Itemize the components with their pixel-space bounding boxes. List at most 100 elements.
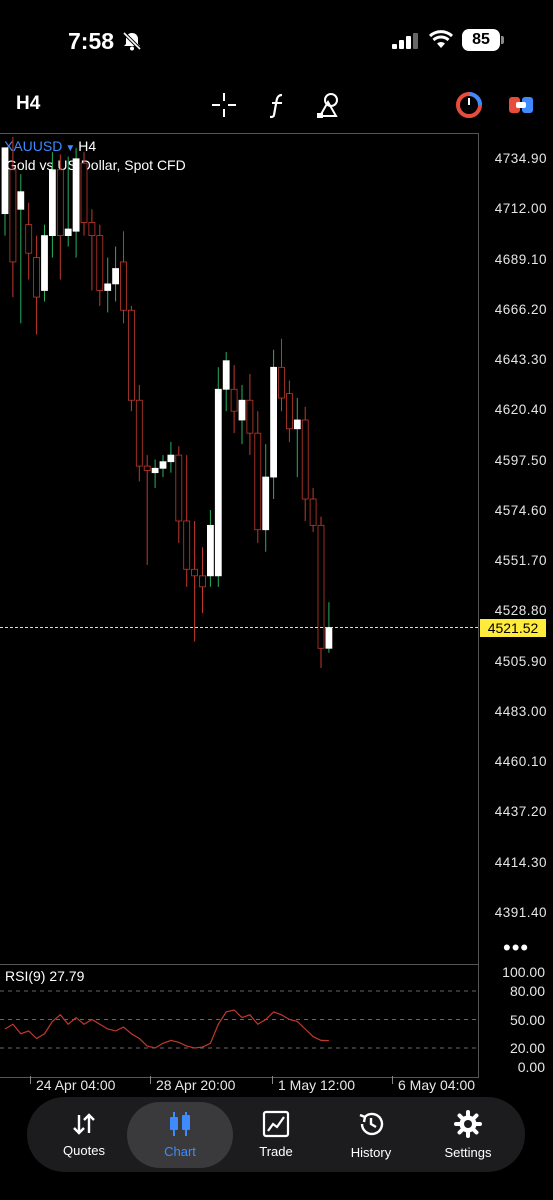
candle-bear bbox=[183, 520, 191, 570]
rsi-axis-label: 100.00 bbox=[502, 964, 545, 980]
candle-bear bbox=[9, 169, 17, 263]
price-axis-label: 4528.80 bbox=[494, 603, 547, 619]
rsi-line bbox=[4, 1009, 329, 1049]
time-axis-tick bbox=[392, 1076, 393, 1084]
time-axis-label: 28 Apr 20:00 bbox=[156, 1077, 236, 1093]
rsi-axis-label: 0.00 bbox=[517, 1059, 545, 1075]
quotes-icon bbox=[73, 1113, 95, 1135]
price-axis-label: 4505.90 bbox=[494, 653, 547, 669]
timer-icon[interactable] bbox=[451, 87, 487, 123]
candle-bull bbox=[49, 169, 56, 237]
current-price-label: 4521.52 bbox=[480, 619, 546, 637]
candle-bear bbox=[127, 309, 135, 401]
candle-bull bbox=[262, 476, 270, 531]
more-options-icon[interactable]: ••• bbox=[503, 935, 529, 961]
candle-bear bbox=[33, 257, 40, 298]
price-axis-label: 4597.50 bbox=[494, 452, 547, 468]
candle-bear bbox=[191, 568, 199, 577]
tab-label: Settings bbox=[444, 1145, 492, 1160]
tab-label: Chart bbox=[164, 1144, 196, 1159]
candle-bull bbox=[159, 461, 167, 469]
trade-icon bbox=[262, 1110, 290, 1138]
candle-bull bbox=[151, 467, 159, 474]
time-axis-tick bbox=[150, 1076, 151, 1084]
candle-bear bbox=[301, 419, 309, 500]
candle-bull bbox=[104, 283, 112, 291]
candle-bull bbox=[206, 524, 214, 577]
rsi-axis-label: 20.00 bbox=[509, 1040, 545, 1056]
candle-bear bbox=[309, 498, 317, 526]
crosshair-icon[interactable] bbox=[206, 87, 242, 123]
candle-bull bbox=[41, 235, 48, 291]
candle-bear bbox=[230, 388, 238, 412]
bell-slash-icon bbox=[121, 30, 143, 57]
timeframe-button[interactable]: H4 bbox=[16, 93, 40, 115]
candle-bull bbox=[72, 158, 80, 232]
candle-bear bbox=[143, 465, 151, 471]
time-axis-tick bbox=[30, 1076, 31, 1084]
tab-chart[interactable]: Chart bbox=[132, 1097, 228, 1172]
tab-settings[interactable]: Settings bbox=[420, 1097, 516, 1172]
wifi-icon bbox=[428, 29, 454, 54]
time-axis-label: 1 May 12:00 bbox=[278, 1077, 356, 1093]
tab-quotes[interactable]: Quotes bbox=[36, 1097, 132, 1172]
price-axis-label: 4734.90 bbox=[494, 151, 547, 166]
price-axis-label: 4574.60 bbox=[494, 502, 547, 518]
candle-bear bbox=[120, 261, 127, 311]
price-axis-label: 4483.00 bbox=[494, 703, 547, 719]
tab-trade[interactable]: Trade bbox=[228, 1097, 324, 1172]
candle-bull bbox=[270, 366, 278, 478]
settings-icon bbox=[454, 1110, 482, 1138]
candle-bear bbox=[88, 222, 96, 237]
candle-bear bbox=[285, 393, 293, 430]
candle-bear bbox=[96, 235, 104, 291]
candle-bull bbox=[112, 268, 119, 285]
rsi-axis-label: 80.00 bbox=[509, 983, 545, 999]
price-axis-label: 4643.30 bbox=[494, 352, 547, 368]
price-axis-label: 4551.70 bbox=[494, 553, 547, 569]
candle-bull bbox=[222, 360, 230, 390]
current-price-line bbox=[0, 627, 478, 628]
battery-tip bbox=[501, 36, 504, 44]
candle-bull bbox=[293, 419, 301, 430]
candle-bear bbox=[278, 366, 285, 399]
price-axis-label: 4712.00 bbox=[494, 201, 547, 217]
rsi-axis-label: 50.00 bbox=[509, 1011, 545, 1028]
one-click-trading-icon[interactable] bbox=[503, 87, 539, 123]
price-axis-label: 4391.40 bbox=[494, 905, 547, 920]
candlestick-chart bbox=[1, 136, 333, 669]
time-axis-tick bbox=[272, 1076, 273, 1084]
price-axis-label: 4666.20 bbox=[494, 301, 547, 317]
candle-bull bbox=[238, 399, 246, 421]
time-axis-label: 24 Apr 04:00 bbox=[36, 1077, 116, 1093]
indicators-icon[interactable] bbox=[259, 87, 295, 123]
candle-bear bbox=[199, 575, 206, 588]
history-icon bbox=[359, 1112, 384, 1136]
cellular-signal-icon bbox=[392, 33, 420, 54]
price-axis-label: 4620.40 bbox=[494, 402, 547, 418]
battery-indicator: 85 bbox=[462, 29, 500, 51]
price-axis-label: 4460.10 bbox=[494, 754, 547, 770]
candle-bear bbox=[56, 169, 64, 237]
price-axis-label: 4414.30 bbox=[494, 854, 547, 870]
candle-bear bbox=[254, 432, 262, 531]
candle-bear bbox=[317, 524, 325, 649]
candle-bear bbox=[246, 399, 254, 434]
objects-icon[interactable] bbox=[311, 87, 347, 123]
rsi-chart bbox=[0, 990, 478, 1049]
price-axis-label: 4437.20 bbox=[494, 804, 547, 820]
chart-candles-icon bbox=[170, 1112, 190, 1136]
tab-history[interactable]: History bbox=[323, 1097, 419, 1172]
price-axis-label: 4689.10 bbox=[494, 251, 547, 267]
candle-bull bbox=[1, 147, 9, 215]
candle-bull bbox=[325, 626, 333, 649]
candle-bear bbox=[80, 162, 88, 223]
tab-label: History bbox=[350, 1145, 392, 1160]
tab-label: Trade bbox=[259, 1144, 293, 1159]
time-axis-label: 6 May 04:00 bbox=[398, 1077, 476, 1093]
candle-bear bbox=[135, 399, 143, 467]
status-time: 7:58 bbox=[68, 28, 115, 54]
candle-bull bbox=[17, 191, 25, 210]
candle-bull bbox=[167, 454, 175, 463]
candle-bear bbox=[25, 224, 33, 254]
